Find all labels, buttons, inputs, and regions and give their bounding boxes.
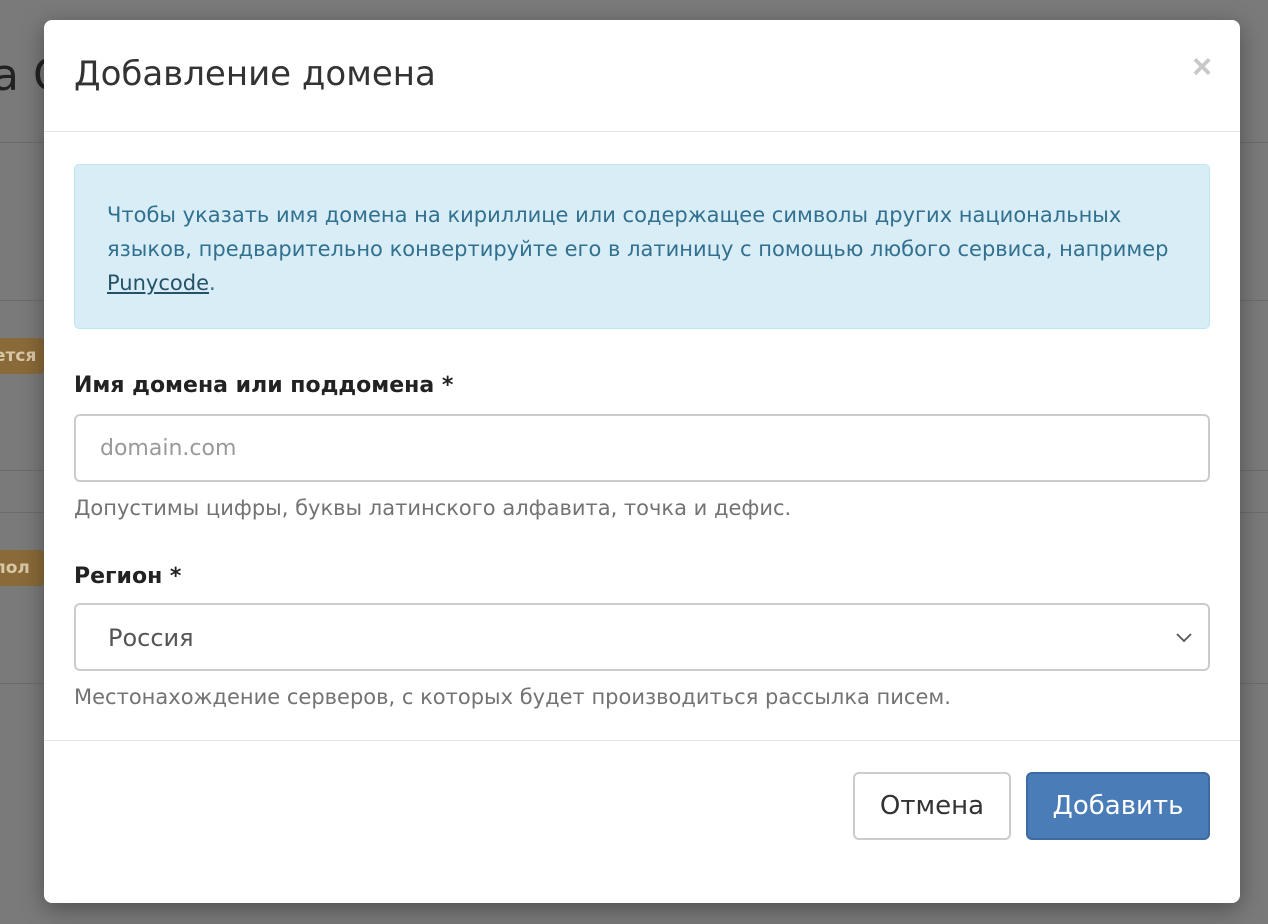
add-button[interactable]: Добавить [1026, 772, 1210, 840]
domain-field-label: Имя домена или поддомена * [74, 373, 454, 398]
info-alert: Чтобы указать имя домена на кириллице ил… [74, 164, 1210, 329]
chevron-down-icon [1176, 633, 1192, 643]
modal-footer: Отмена Добавить [44, 741, 1240, 903]
cancel-button[interactable]: Отмена [853, 772, 1011, 840]
domain-input[interactable] [74, 414, 1210, 482]
close-icon[interactable]: × [1192, 50, 1212, 84]
region-selected-value: Россия [108, 624, 194, 652]
alert-text: Чтобы указать имя домена на кириллице ил… [107, 203, 1169, 261]
add-domain-modal: Добавление домена × Чтобы указать имя до… [44, 20, 1240, 903]
region-select[interactable]: Россия [74, 603, 1210, 671]
modal-body: Чтобы указать имя домена на кириллице ил… [44, 132, 1240, 741]
domain-help-text: Допустимы цифры, буквы латинского алфави… [74, 496, 792, 520]
background-status-badge: пол [0, 550, 44, 586]
modal-title: Добавление домена [74, 54, 436, 94]
region-help-text: Местонахождение серверов, с которых буде… [74, 685, 951, 709]
punycode-link[interactable]: Punycode [107, 271, 209, 295]
modal-header: Добавление домена × [44, 20, 1240, 132]
region-field-label: Регион * [74, 564, 182, 589]
alert-text-end: . [209, 271, 216, 295]
background-status-badge: ется [0, 338, 44, 374]
